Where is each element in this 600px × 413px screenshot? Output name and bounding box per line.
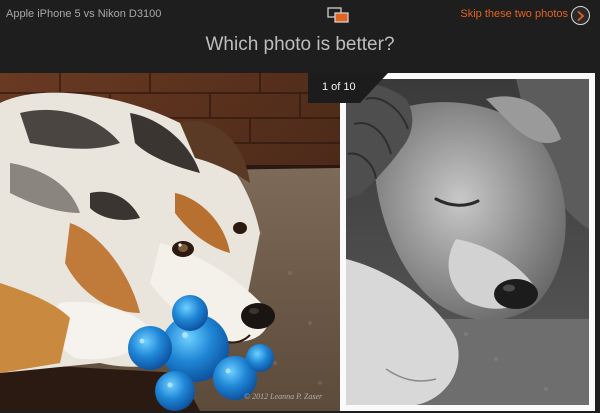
swap-photos-icon[interactable] xyxy=(327,7,349,23)
skip-photos-link[interactable]: Skip these two photos xyxy=(460,8,568,20)
photo-frame xyxy=(340,73,595,411)
top-bar: Apple iPhone 5 vs Nikon D3100 Skip these… xyxy=(0,0,600,30)
photo-option-left[interactable] xyxy=(0,73,340,411)
photo-comparison xyxy=(0,73,600,413)
comparison-title: Apple iPhone 5 vs Nikon D3100 xyxy=(6,8,162,20)
progress-counter: 1 of 10 xyxy=(322,81,356,93)
skip-button[interactable] xyxy=(571,6,590,25)
photo-option-right[interactable] xyxy=(340,73,600,411)
page-headline: Which photo is better? xyxy=(205,34,395,55)
photo-watermark: © 2012 Leanna P. Zaser xyxy=(244,392,323,401)
chevron-right-icon xyxy=(577,11,585,21)
